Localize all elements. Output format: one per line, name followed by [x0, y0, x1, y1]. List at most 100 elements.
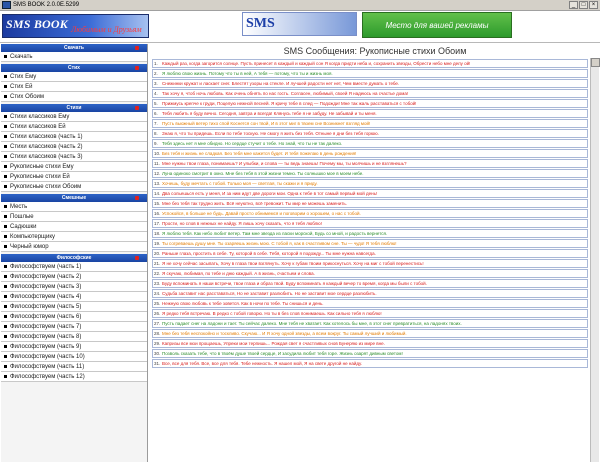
sidebar-item[interactable]: Скачать [1, 52, 147, 62]
message-row[interactable]: 14. Два сольешься есть у меня, И за ним и… [152, 189, 588, 198]
message-row[interactable]: 22. Я скучаю, любимая, по тебе и дню кажд… [152, 269, 588, 278]
sidebar-item[interactable]: Стихи классиков Ей [1, 122, 147, 132]
message-row[interactable]: 29. Капризы все мои прощаешь, Упреки мои … [152, 339, 588, 348]
message-row[interactable]: 13. Хочешь, буду мечтать с тобой. Только … [152, 179, 588, 188]
message-text: Каждый раз, когда загорится солнце. Пуст… [162, 61, 471, 66]
message-row[interactable]: 31. Все, все для тебя. Все, все для тебя.… [152, 359, 588, 368]
sidebar-item-label: Стихи классиков (часть 1) [10, 133, 83, 140]
message-row[interactable]: 19. Ты согреваешь душу мне. Ты озаряешь ж… [152, 239, 588, 248]
message-text: Позволь сказать тебе, что в твоём душе т… [162, 351, 403, 356]
sidebar-item[interactable]: Философствуем (часть 3) [1, 282, 147, 292]
message-text: Я люблю свою жизнь. Потому что ты в ней,… [162, 71, 333, 76]
message-number: 12. [154, 171, 161, 176]
bullet-icon [4, 285, 7, 288]
message-row[interactable]: 2. Я люблю свою жизнь. Потому что ты в не… [152, 69, 588, 78]
sidebar-item-label: Стихи классиков Ей [10, 123, 66, 130]
sidebar-item[interactable]: Компьютерщику [1, 232, 147, 242]
sidebar-item[interactable]: Стих Обоим [1, 92, 147, 102]
sidebar-item[interactable]: Философствуем (часть 7) [1, 322, 147, 332]
message-row[interactable]: 11. Мне нужны твои глаза, понимаешь? И ул… [152, 159, 588, 168]
sidebar-item[interactable]: Стихи классиков (часть 1) [1, 132, 147, 142]
sidebar-item[interactable]: Рукописные стихи Обоим [1, 182, 147, 192]
message-row[interactable]: 26. Я редко тебя встречаю. В редко с тобо… [152, 309, 588, 318]
bullet-icon [4, 345, 7, 348]
sidebar-item[interactable]: Философствуем (часть 10) [1, 352, 147, 362]
message-number: 6. [154, 111, 158, 116]
sidebar-item-label: Философствуем (часть 3) [10, 283, 82, 290]
message-row[interactable]: 1. Каждый раз, когда загорится солнце. Пу… [152, 59, 588, 68]
message-number: 5. [154, 101, 158, 106]
bullet-icon [4, 205, 7, 208]
message-number: 23. [154, 281, 161, 286]
message-row[interactable]: 6. Тебя любить я буду вечно. Сегодня, зав… [152, 109, 588, 118]
maximize-button[interactable]: □ [579, 1, 588, 9]
message-number: 20. [154, 251, 161, 256]
sidebar-item[interactable]: Философствуем (часть 4) [1, 292, 147, 302]
message-row[interactable]: 4. Так хочу я, чтоб ночь любовь. Как очен… [152, 89, 588, 98]
message-row[interactable]: 21. Я не хочу сейчас засыпать, Хочу в гла… [152, 259, 588, 268]
message-row[interactable]: 9. Тебя здесь нет я мне обидно. Но сердце… [152, 139, 588, 148]
message-row[interactable]: 7. Пусть вьюжный ветер тихо спой Коснется… [152, 119, 588, 128]
message-text: Тебя любить я буду вечно. Сегодня, завтр… [162, 111, 377, 116]
sidebar-item[interactable]: Рукописные стихи Ему [1, 162, 147, 172]
app-window: SMS BOOK 2.0.0E.5299 _ □ × SMS BOOK Люби… [0, 0, 600, 462]
sidebar-item[interactable]: Философствуем (часть 1) [1, 262, 147, 272]
message-row[interactable]: 18. Я люблю тебя. Как небо любит ветер. Т… [152, 229, 588, 238]
sidebar-item-label: Философствуем (часть 7) [10, 323, 82, 330]
message-text: Капризы все мои прощаешь, Упреки мои тер… [162, 341, 385, 346]
sidebar-item[interactable]: Философствуем (часть 11) [1, 362, 147, 372]
scroll-up-button[interactable] [591, 58, 600, 67]
sms-mark-text: SMS [246, 16, 275, 31]
scrollbar[interactable] [590, 58, 600, 462]
message-row[interactable]: 3. Снежинки кружат и ласкает снег. Блестя… [152, 79, 588, 88]
message-text: Все, все для тебя. Все, все для тебя. Те… [162, 361, 363, 366]
bullet-icon [4, 245, 7, 248]
message-row[interactable]: 16. Успокойся, в больше не будь. Давай пр… [152, 209, 588, 218]
message-number: 25. [154, 301, 161, 306]
sidebar-item[interactable]: Стих Ей [1, 82, 147, 92]
message-row[interactable]: 20. Раньше глаза, простить в себе. Ту, ко… [152, 249, 588, 258]
message-row[interactable]: 23. Буду вспоминать я наши встречи, твои … [152, 279, 588, 288]
message-number: 4. [154, 91, 158, 96]
sidebar-item-label: Стихи классиков (часть 2) [10, 143, 83, 150]
sidebar-item[interactable]: Философствуем (часть 12) [1, 372, 147, 382]
bullet-icon [4, 155, 7, 158]
message-row[interactable]: 25. Нежную свою любовь к тебе зовется. Ка… [152, 299, 588, 308]
message-row[interactable]: 12. Луна одиноко смотрит в окно. Мне без … [152, 169, 588, 178]
sidebar-item-label: Компьютерщику [10, 233, 56, 240]
sidebar-item[interactable]: Стихи классиков (часть 2) [1, 142, 147, 152]
sidebar-item[interactable]: Стихи классиков (часть 3) [1, 152, 147, 162]
sidebar-item[interactable]: Месть [1, 202, 147, 212]
sidebar-item[interactable]: Философствуем (часть 9) [1, 342, 147, 352]
sidebar-item[interactable]: Рукописные стихи Ей [1, 172, 147, 182]
app-icon [2, 1, 11, 9]
message-row[interactable]: 5. Прижмусь крепче к груди, Поцелую нежно… [152, 99, 588, 108]
message-row[interactable]: 17. Прости, но слов в нежных не найду. Я … [152, 219, 588, 228]
message-row[interactable]: 27. Пусть падает снег на ладони и тает. Т… [152, 319, 588, 328]
ad-banner[interactable]: Место для вашей рекламы [362, 12, 512, 38]
sidebar-item[interactable]: Философствуем (часть 2) [1, 272, 147, 282]
message-row[interactable]: 24. Судьба заставит нас расставаться, Но … [152, 289, 588, 298]
sidebar-item[interactable]: Философствуем (часть 6) [1, 312, 147, 322]
sidebar-item[interactable]: Философствуем (часть 5) [1, 302, 147, 312]
message-row[interactable]: 28. Мне без тебя неспокойно и тоскливо. С… [152, 329, 588, 338]
sidebar-item[interactable]: Стих Ему [1, 72, 147, 82]
message-row[interactable]: 30. Позволь сказать тебе, что в твоём душ… [152, 349, 588, 358]
sidebar-item[interactable]: Черный юмор [1, 242, 147, 252]
sidebar-item[interactable]: Садюшки [1, 222, 147, 232]
message-row[interactable]: 8. Знаю я, что ты придешь. Если по тебе т… [152, 129, 588, 138]
message-row[interactable]: 10. Без тебя и жизнь не сладкая. Без тебя… [152, 149, 588, 158]
bullet-icon [4, 365, 7, 368]
minimize-button[interactable]: _ [569, 1, 578, 9]
message-text: Хочешь, буду мечтать с тобой. Только моя… [162, 181, 318, 186]
message-row[interactable]: 15. Мне без тебя так трудно жить. Всё неу… [152, 199, 588, 208]
sidebar-item[interactable]: Стихи классиков Ему [1, 112, 147, 122]
bullet-icon [4, 305, 7, 308]
sidebar-section-header: Стих [1, 64, 147, 72]
sidebar-item[interactable]: Пошлые [1, 212, 147, 222]
close-button[interactable]: × [589, 1, 598, 9]
sidebar-item-label: Философствуем (часть 11) [10, 363, 85, 370]
message-text: Успокойся, в больше не будь. Давай прост… [162, 211, 361, 216]
sidebar: Скачать Скачать Стих Стих Ему Стих Ей Стих Об… [1, 44, 148, 462]
sidebar-item[interactable]: Философствуем (часть 8) [1, 332, 147, 342]
